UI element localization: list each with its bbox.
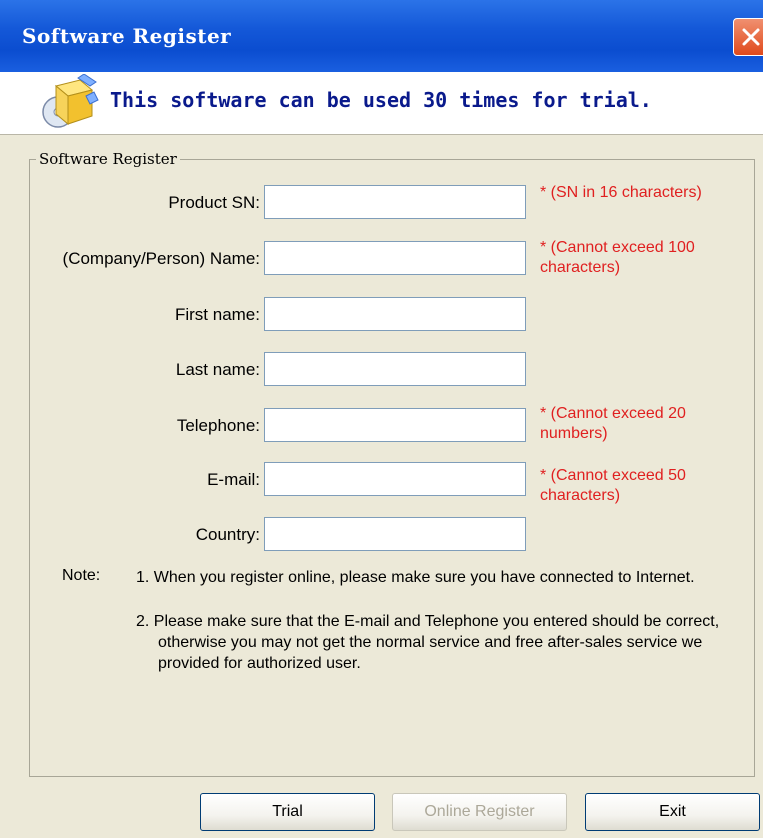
telephone-hint: * (Cannot exceed 20 numbers) <box>540 405 686 442</box>
first-name-input[interactable] <box>264 297 526 331</box>
country-label: Country: <box>195 525 260 544</box>
note-label: Note: <box>62 567 101 584</box>
product-sn-label: Product SN: <box>168 193 260 212</box>
country-input[interactable] <box>264 517 526 551</box>
close-icon <box>742 28 760 46</box>
exit-button[interactable]: Exit <box>585 793 760 831</box>
window-title: Software Register <box>22 24 232 48</box>
software-box-cd-icon <box>42 74 99 128</box>
product-sn-hint: * (SN in 16 characters) <box>540 184 702 201</box>
email-input[interactable] <box>264 462 526 496</box>
first-name-label: First name: <box>174 305 260 324</box>
trial-message: This software can be used 30 times for t… <box>110 88 652 112</box>
name-label: (Company/Person) Name: <box>62 249 260 268</box>
online-register-button[interactable]: Online Register <box>392 793 567 831</box>
telephone-label: Telephone: <box>176 416 260 435</box>
title-bar[interactable]: Software Register <box>0 0 763 72</box>
name-hint: * (Cannot exceed 100 characters) <box>540 239 695 276</box>
product-sn-input[interactable] <box>264 185 526 219</box>
email-hint: * (Cannot exceed 50 characters) <box>540 467 686 504</box>
header-area: This software can be used 30 times for t… <box>0 72 763 135</box>
note-item-1: 1. When you register online, please make… <box>136 569 695 586</box>
email-label: E-mail: <box>207 470 260 489</box>
last-name-label: Last name: <box>175 360 260 379</box>
groupbox-title: Software Register <box>36 150 180 168</box>
note-item-2: 2. Please make sure that the E-mail and … <box>136 613 720 672</box>
name-input[interactable] <box>264 241 526 275</box>
close-button[interactable] <box>733 18 763 56</box>
last-name-input[interactable] <box>264 352 526 386</box>
trial-button[interactable]: Trial <box>200 793 375 831</box>
telephone-input[interactable] <box>264 408 526 442</box>
